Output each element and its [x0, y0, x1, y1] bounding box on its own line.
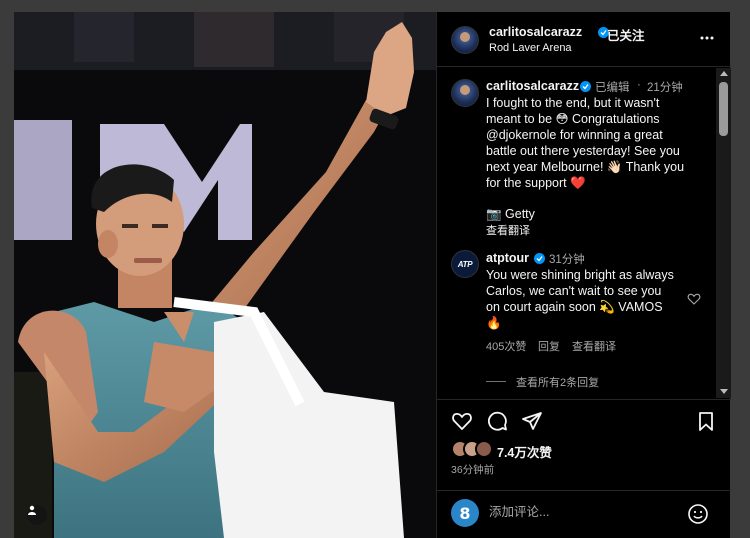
scroll-up-arrow-icon[interactable]	[720, 71, 728, 76]
comment-icon[interactable]	[486, 410, 508, 432]
comment-line: Carlos, we can't wait to see you	[486, 284, 662, 298]
emoji-picker-icon[interactable]	[687, 503, 709, 525]
caption-author-avatar[interactable]	[451, 79, 479, 107]
caption-line: I fought to the end, but it wasn't	[486, 96, 660, 110]
comment-reply-button[interactable]: 回复	[538, 338, 560, 354]
comment-input[interactable]	[489, 505, 669, 519]
caption-line: meant to be 😳 Congratulations	[486, 112, 660, 126]
atp-logo: ATP	[457, 259, 473, 269]
caption-time: 21分钟	[647, 82, 683, 94]
caption-author-username[interactable]: carlitosalcarazz	[486, 79, 579, 93]
comment-time: 31分钟	[549, 254, 585, 266]
verified-badge-icon	[534, 253, 545, 264]
author-username[interactable]: carlitosalcarazz	[489, 25, 582, 39]
share-icon[interactable]	[521, 410, 543, 432]
scroll-thumb[interactable]	[719, 82, 728, 136]
caption-separator: ·	[637, 79, 641, 91]
comment-translate-link[interactable]: 查看翻译	[572, 338, 616, 354]
caption-line: next year Melbourne! 👋🏻 Thank you	[486, 160, 685, 174]
bookmark-icon[interactable]	[695, 410, 717, 432]
caption-text: I fought to the end, but it wasn't meant…	[486, 95, 706, 191]
comment-composer: 8	[437, 490, 731, 538]
post-timestamp[interactable]: 36分钟前	[451, 462, 494, 477]
heart-icon[interactable]	[451, 410, 473, 432]
caption-edited-label: 已编辑	[595, 82, 630, 94]
user-icon	[28, 505, 36, 515]
post-action-bar: 7.4万次赞 36分钟前	[437, 399, 731, 489]
comment-line: on court again soon 💫 VAMOS	[486, 300, 663, 314]
comment-line: You were shining bright as always	[486, 268, 674, 282]
caption-translate-link[interactable]: 查看翻译	[486, 222, 530, 238]
comments-scrollbar[interactable]	[716, 68, 731, 398]
comment-text: You were shining bright as always Carlos…	[486, 267, 706, 331]
likes-count[interactable]: 7.4万次赞	[497, 442, 552, 461]
liker-avatar	[475, 440, 493, 458]
comment-likes-count[interactable]: 405次赞	[486, 338, 526, 354]
caption-line: for the support ❤️	[486, 176, 586, 190]
badge-icon[interactable]: 8	[451, 499, 479, 527]
comment-like-heart-icon[interactable]	[687, 292, 701, 306]
comment-author-avatar[interactable]: ATP	[451, 250, 479, 278]
scroll-down-arrow-icon[interactable]	[720, 389, 728, 394]
follow-status[interactable]: 已关注	[607, 25, 645, 44]
caption-line: battle out there yesterday! See you	[486, 144, 680, 158]
post-detail-panel: carlitosalcarazz 已关注 Rod Laver Arena car…	[436, 12, 731, 538]
post-header: carlitosalcarazz 已关注 Rod Laver Arena	[437, 12, 731, 67]
comments-list[interactable]: carlitosalcarazz 已编辑 · 21分钟 I fought to …	[437, 68, 731, 398]
replies-divider	[486, 381, 506, 382]
more-horizontal-icon[interactable]	[699, 30, 715, 46]
photo-credit: 📷 Getty	[486, 207, 535, 221]
tagged-users-button[interactable]	[27, 505, 47, 525]
caption-line: @djokernole for winning a great	[486, 128, 663, 142]
post-location[interactable]: Rod Laver Arena	[489, 42, 572, 54]
comment-line: 🔥	[486, 316, 502, 330]
verified-badge-icon	[580, 81, 591, 92]
author-avatar[interactable]	[451, 26, 479, 54]
liker-avatars[interactable]	[451, 440, 497, 460]
view-replies-button[interactable]: 查看所有2条回复	[516, 374, 599, 390]
tennis-player-photo	[14, 12, 436, 538]
post-photo[interactable]	[14, 12, 436, 538]
comment-author-username[interactable]: atptour	[486, 251, 529, 265]
